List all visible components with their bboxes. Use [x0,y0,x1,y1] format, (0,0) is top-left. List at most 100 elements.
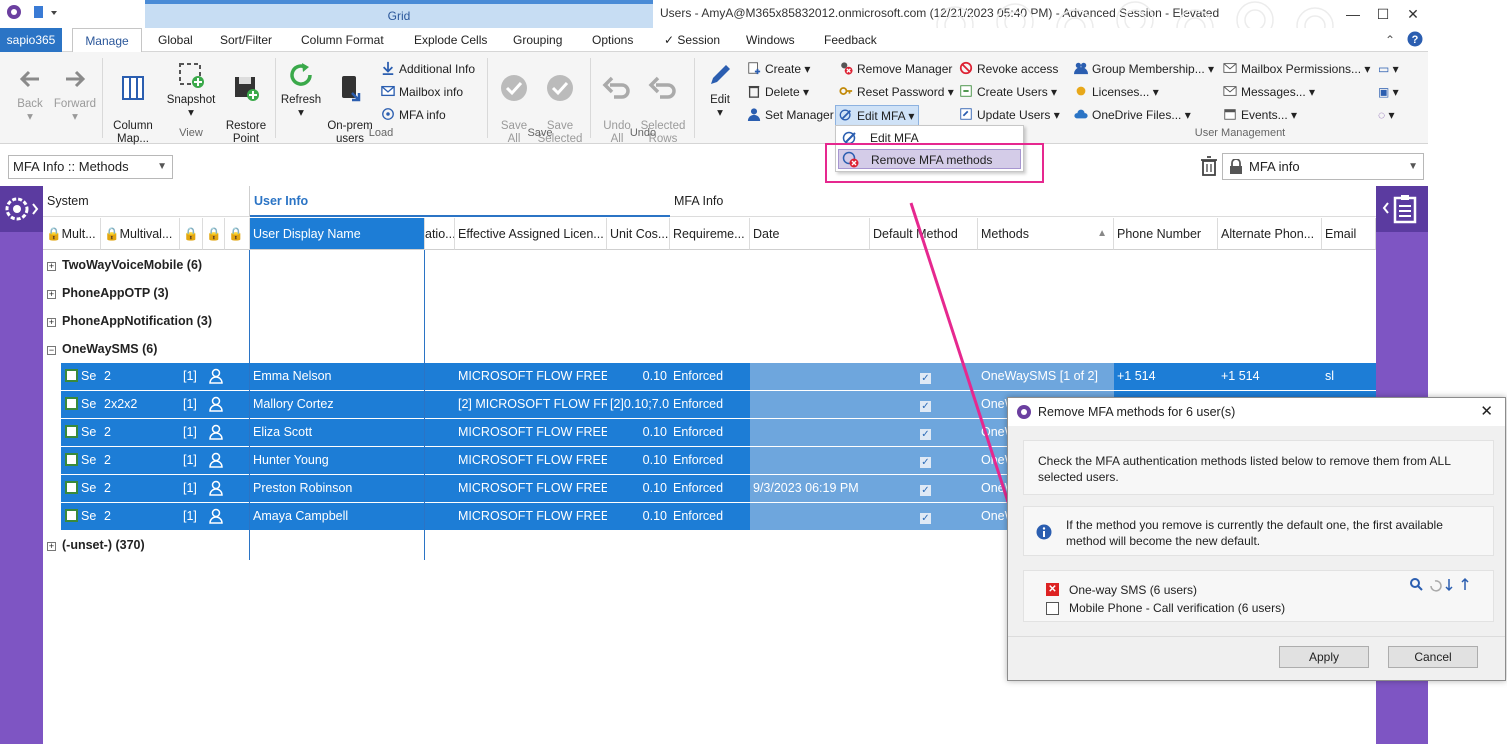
settings-gear-icon [5,197,39,221]
view-selector[interactable]: MFA Info :: Methods ▼ [8,155,173,179]
tab-sort-filter[interactable]: Sort/Filter [220,28,272,52]
messages-button[interactable]: Messages... ▾ [1222,84,1315,100]
tab-feedback[interactable]: Feedback [824,28,877,52]
col-lock-1[interactable]: 🔒 [180,218,203,250]
tab-grouping[interactable]: Grouping [513,28,562,52]
forward-button[interactable]: Forward ▾ [52,64,98,124]
col-email[interactable]: Email [1322,218,1376,250]
cell-method: OneWaySMS [1 of 2] [978,363,1114,390]
cancel-button[interactable]: Cancel [1388,646,1478,668]
col-date[interactable]: Date [750,218,870,250]
group-row[interactable]: + (-unset-) (370) [47,531,145,559]
col-alternate-phone[interactable]: Alternate Phon... [1218,218,1322,250]
tab-options[interactable]: Options [592,28,633,52]
refresh-button[interactable]: Refresh ▾ [280,60,322,120]
reset-password-button[interactable]: Reset Password ▾ [838,84,954,100]
checkbox-unchecked-icon[interactable] [1046,602,1059,615]
extra-option-3[interactable]: ◌ ▾ [1378,107,1395,123]
onedrive-files-button[interactable]: OneDrive Files... ▾ [1073,107,1191,123]
close-icon[interactable]: ✕ [1480,398,1493,426]
checkbox-checked-icon[interactable]: ✕ [1046,583,1059,596]
left-panel [0,186,43,744]
cell-date [750,419,870,446]
collapse-ribbon-icon[interactable]: ⌃ [1385,28,1395,52]
cell-text: Enforced [673,509,724,523]
cell-text: Se [81,397,97,411]
license-icon [1076,86,1086,96]
search-icon[interactable] [1410,578,1423,591]
group-row[interactable]: + TwoWayVoiceMobile (6) [47,251,202,279]
col-effective-license[interactable]: Effective Assigned Licen... [455,218,607,250]
cell-license: MICROSOFT FLOW FREE [455,503,607,530]
revoke-access-button[interactable]: Revoke access [958,61,1058,77]
clipboard-icon [1382,195,1417,224]
close-window-button[interactable]: ✕ [1400,4,1426,24]
minimize-button[interactable]: — [1340,4,1366,24]
reset-icon[interactable] [1430,580,1442,592]
delete-button[interactable]: Delete ▾ [746,84,809,100]
set-manager-button[interactable]: Set Manager [746,107,834,123]
tab-session[interactable]: ✓ Session [664,28,720,52]
snapshot-button[interactable]: Snapshot ▾ [163,60,219,120]
mailbox-permissions-button[interactable]: Mailbox Permissions... ▾ [1222,61,1370,77]
expand-icon: + [47,289,56,299]
remove-manager-button[interactable]: Remove Manager [838,61,952,77]
create-users-label: Create Users [977,85,1048,99]
tab-manage[interactable]: Manage [72,28,142,53]
apply-button[interactable]: Apply [1279,646,1369,668]
refresh-label: Refresh [280,94,322,106]
mailbox-info-button[interactable]: Mailbox info [380,84,463,100]
method-option-call[interactable]: Mobile Phone - Call verification (6 user… [1046,601,1285,615]
left-panel-toggle[interactable] [0,186,43,232]
tab-explode-cells[interactable]: Explode Cells [414,28,487,52]
cell-text: 2 [104,369,111,383]
cell-name: Preston Robinson [250,475,425,502]
col-atio[interactable]: atio... [425,218,455,250]
cell-text: Mallory Cortez [253,397,334,411]
col-requirement[interactable]: Requireme... [670,218,750,250]
group-row[interactable]: + PhoneAppOTP (3) [47,279,169,307]
mfa-info-button[interactable]: MFA info [380,107,446,123]
group-row[interactable]: − OneWaySMS (6) [47,335,157,363]
col-methods[interactable]: Methods ▲ [978,218,1114,250]
col-mult[interactable]: 🔒Mult... [43,218,101,250]
edit-mfa-button[interactable]: Edit MFA ▾ [835,105,920,127]
update-users-button[interactable]: Update Users ▾ [958,107,1060,123]
info-selector[interactable]: MFA info ▼ [1222,153,1424,180]
col-lock-2[interactable]: 🔒 [203,218,225,250]
sort-descending-icon[interactable] [1461,577,1469,590]
col-default-method[interactable]: Default Method [870,218,978,250]
table-row[interactable]: Se 2 [1] Emma Nelson MICROSOFT FLOW FREE 0.10… [61,363,1376,390]
quick-access-icon[interactable] [33,4,59,20]
maximize-button[interactable]: ☐ [1370,4,1396,24]
tab-windows[interactable]: Windows [746,28,795,52]
create-users-button[interactable]: Create Users ▾ [958,84,1057,100]
tab-column-format[interactable]: Column Format [301,28,384,52]
help-icon[interactable]: ? [1407,31,1423,47]
col-phone-number[interactable]: Phone Number [1114,218,1218,250]
additional-info-button[interactable]: Additional Info [380,61,475,77]
events-button[interactable]: Events... ▾ [1222,107,1297,123]
default-method-checkbox: ✓ [870,447,978,474]
tab-global[interactable]: Global [158,28,193,52]
right-panel-toggle[interactable] [1376,186,1428,232]
sort-ascending-icon[interactable] [1445,579,1453,592]
licenses-button[interactable]: Licenses... ▾ [1073,84,1159,100]
cell-text: Amaya Campbell [253,509,349,523]
tab-sapio365[interactable]: sapio365 [0,28,62,52]
back-button[interactable]: Back ▾ [10,64,50,124]
col-unit-cost[interactable]: Unit Cos... [607,218,670,250]
method-option-sms[interactable]: ✕ One-way SMS (6 users) [1046,583,1197,597]
extra-option-2[interactable]: ▣ ▾ [1378,84,1399,100]
create-button[interactable]: Create ▾ [746,61,810,77]
group-row[interactable]: + PhoneAppNotification (3) [47,307,212,335]
edit-button[interactable]: Edit ▾ [700,60,740,120]
trash-icon[interactable] [1200,156,1218,176]
extra-option-1[interactable]: ▭ ▾ [1378,61,1399,77]
cell-license: [2] MICROSOFT FLOW FR [455,391,607,418]
checkbox-checked-icon: ✓ [920,513,931,524]
col-multival[interactable]: 🔒Multival... [101,218,180,250]
group-membership-button[interactable]: Group Membership... ▾ [1073,61,1214,77]
col-lock-3[interactable]: 🔒 [225,218,250,250]
col-user-display-name[interactable]: User Display Name [250,218,425,250]
